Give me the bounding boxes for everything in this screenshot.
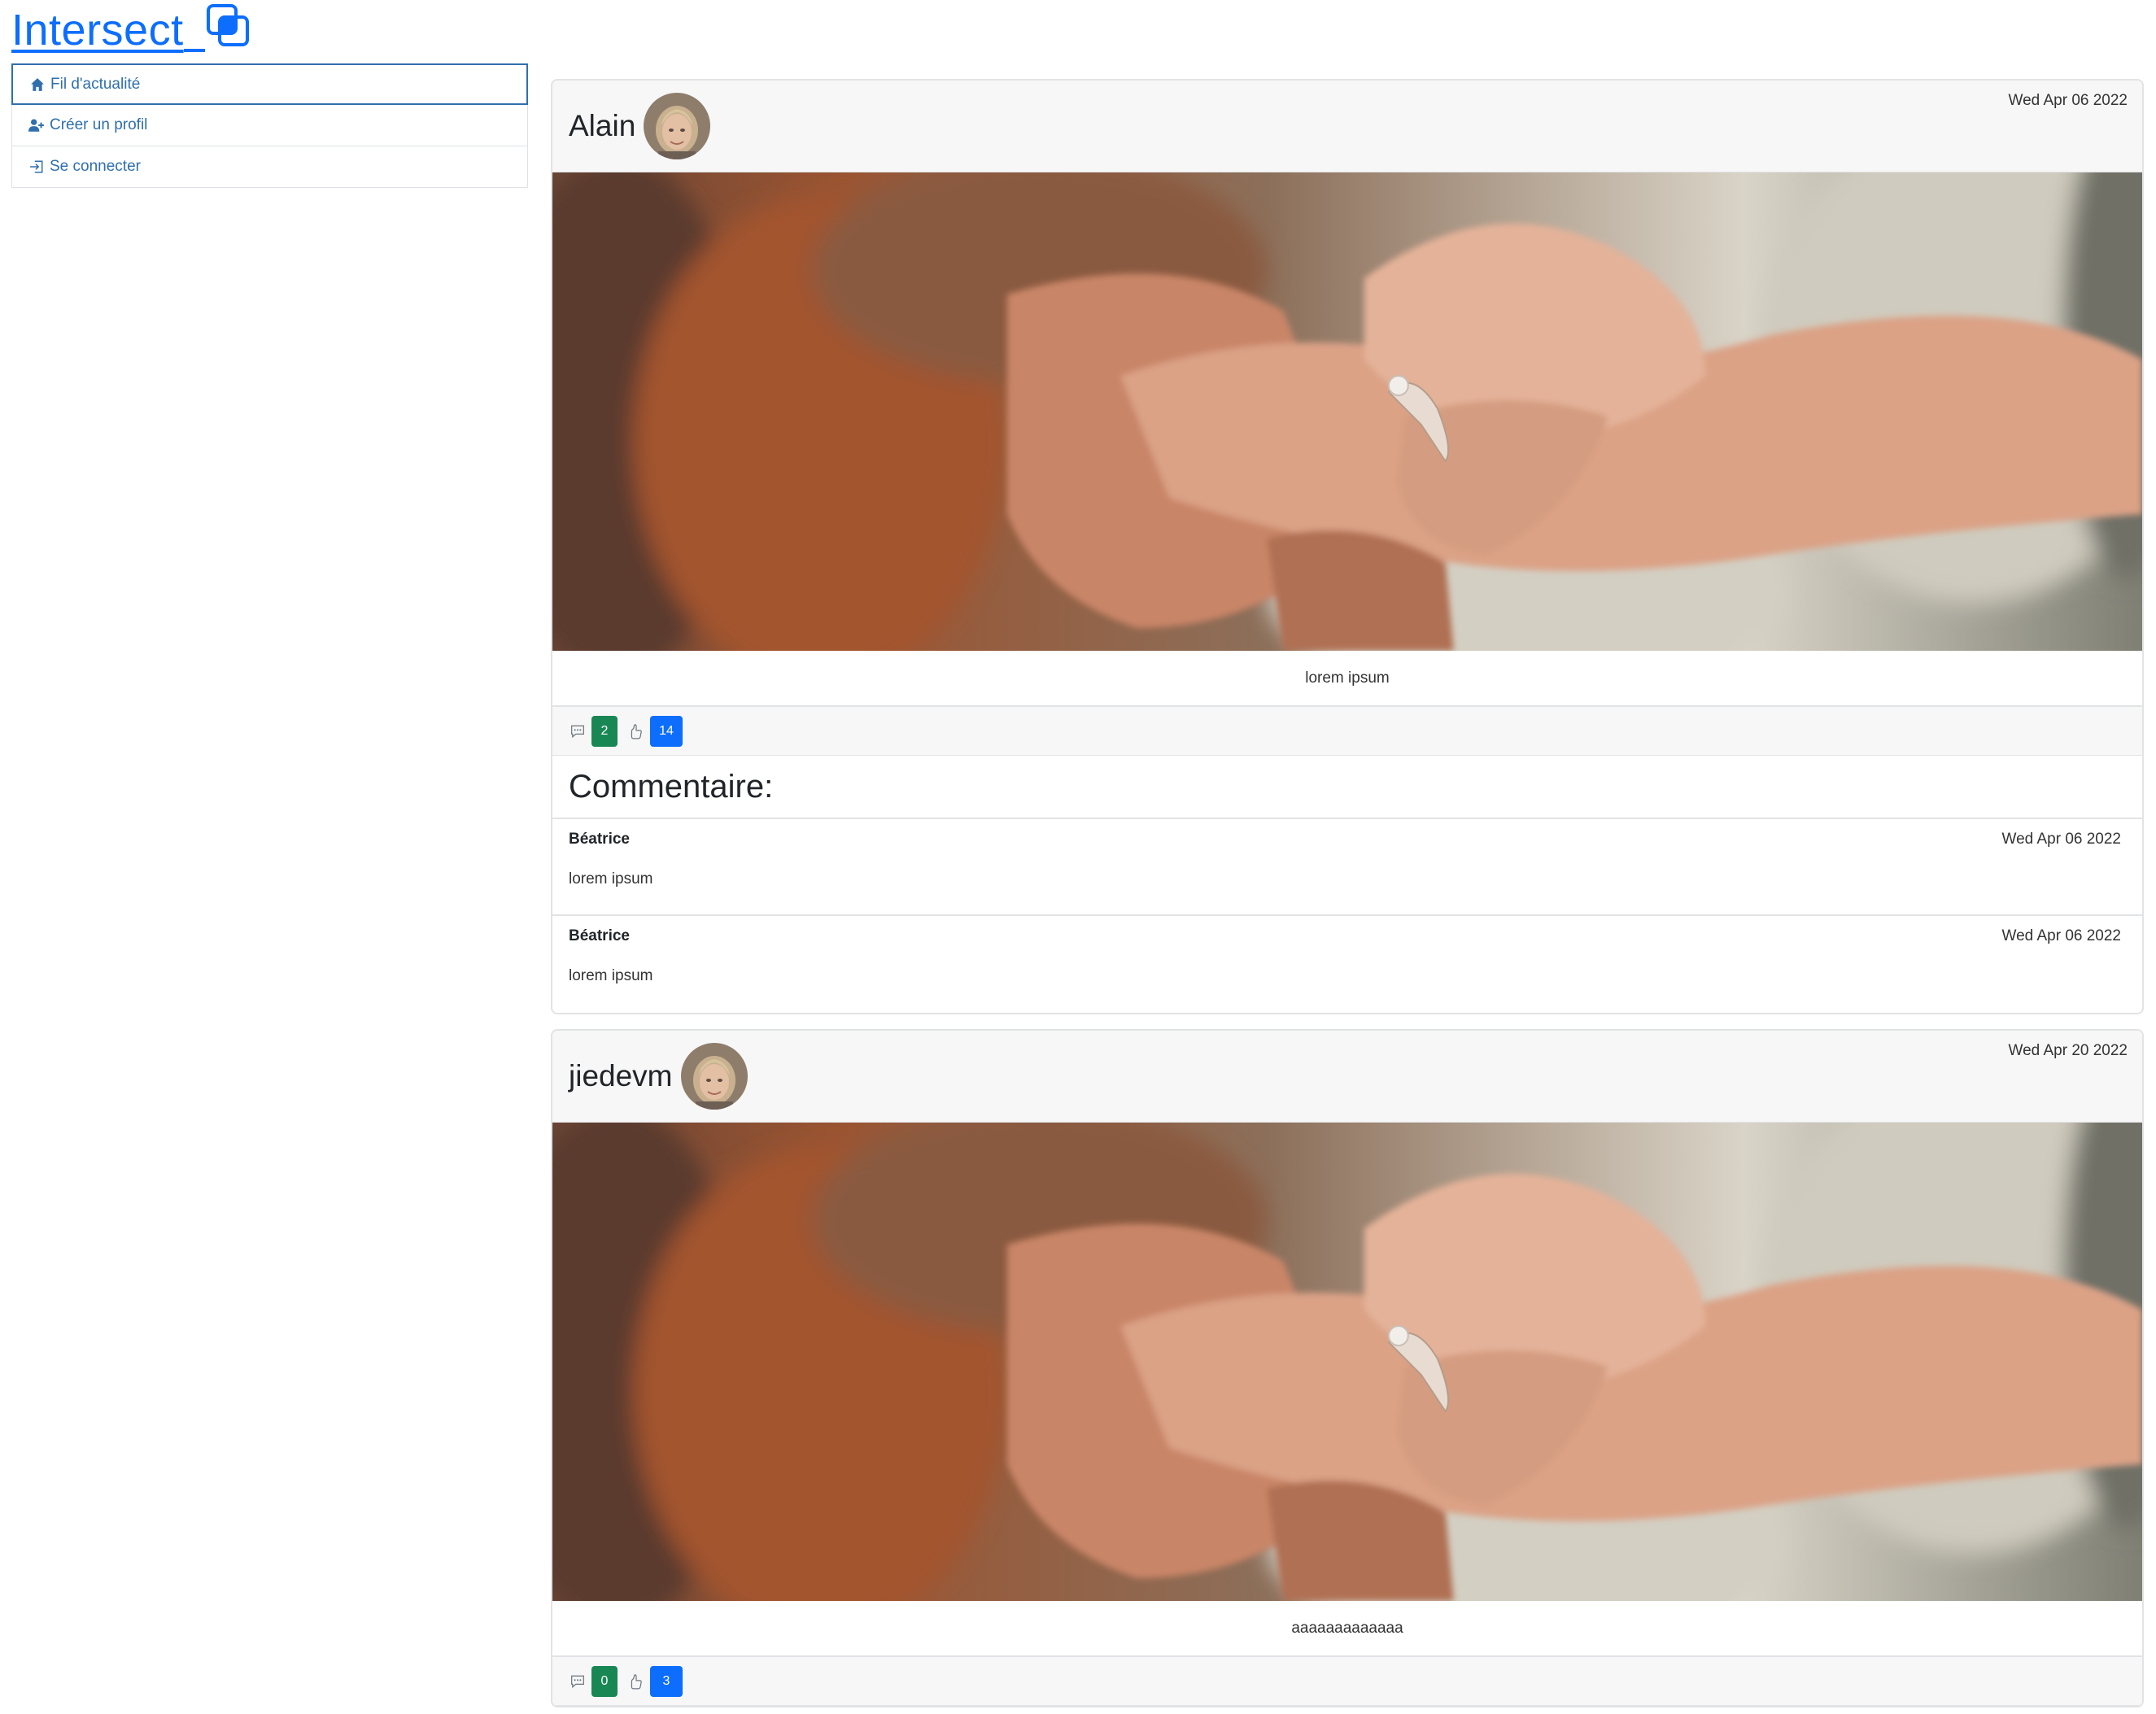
comment-count-badge: 2 [591,715,618,747]
sidebar-item-label: Se connecter [50,158,141,175]
post-caption: aaaaaaaaaaaaa [552,1601,2142,1657]
post-feed: Alain Wed Apr 06 2022 lorem ipsum 2 14 C… [551,79,2144,1714]
post-actions: 2 14 [552,707,2142,756]
sidebar-item-label: Fil d'actualité [50,75,141,93]
comment-icon[interactable] [569,722,587,740]
brand-underline [183,2,205,52]
comment-count-badge: 0 [591,1665,618,1697]
post-header: jiedevm Wed Apr 20 2022 [552,1031,2142,1123]
comment-text: lorem ipsum [569,870,653,888]
login-icon [28,159,45,175]
home-icon [29,76,46,93]
post-date: Wed Apr 06 2022 [2008,92,2128,109]
comment-icon[interactable] [569,1673,587,1690]
comment-item: Béatrice Wed Apr 06 2022 lorem ipsum [552,916,2142,1013]
comment-date: Wed Apr 06 2022 [2001,927,2121,944]
post-author[interactable]: jiedevm [569,1059,673,1093]
comments-title: Commentaire: [552,756,2142,819]
post-image [552,172,2142,651]
sidebar-item-label: Créer un profil [50,116,148,133]
post-caption: lorem ipsum [552,651,2142,707]
avatar[interactable] [644,93,710,159]
comment-author: Béatrice [569,927,630,944]
brand-logo[interactable]: Intersect [11,2,251,59]
avatar[interactable] [681,1043,748,1110]
intersect-icon [206,4,249,46]
comment-item: Béatrice Wed Apr 06 2022 lorem ipsum [552,819,2142,916]
comment-author: Béatrice [569,831,630,848]
sidebar-item-login[interactable]: Se connecter [11,146,528,188]
post-header: Alain Wed Apr 06 2022 [552,81,2142,172]
post-card: Alain Wed Apr 06 2022 lorem ipsum 2 14 C… [551,79,2144,1014]
sidebar-nav: Fil d'actualité Créer un profil Se conne… [11,63,528,188]
like-icon[interactable] [627,722,645,740]
post-image [552,1123,2142,1601]
post-date: Wed Apr 20 2022 [2008,1042,2128,1059]
sidebar-item-create-profile[interactable]: Créer un profil [11,105,528,146]
post-actions: 0 3 [552,1657,2142,1706]
like-count-badge: 3 [650,1665,683,1697]
user-plus-icon [28,117,45,133]
brand-name: Intersect [11,6,184,55]
post-card: jiedevm Wed Apr 20 2022 aaaaaaaaaaaaa 0 … [551,1029,2144,1707]
comment-date: Wed Apr 06 2022 [2001,831,2121,848]
comment-text: lorem ipsum [569,967,653,984]
post-author[interactable]: Alain [569,109,635,143]
sidebar-item-news-feed[interactable]: Fil d'actualité [11,63,528,105]
like-icon[interactable] [627,1673,645,1690]
like-count-badge: 14 [650,715,683,747]
